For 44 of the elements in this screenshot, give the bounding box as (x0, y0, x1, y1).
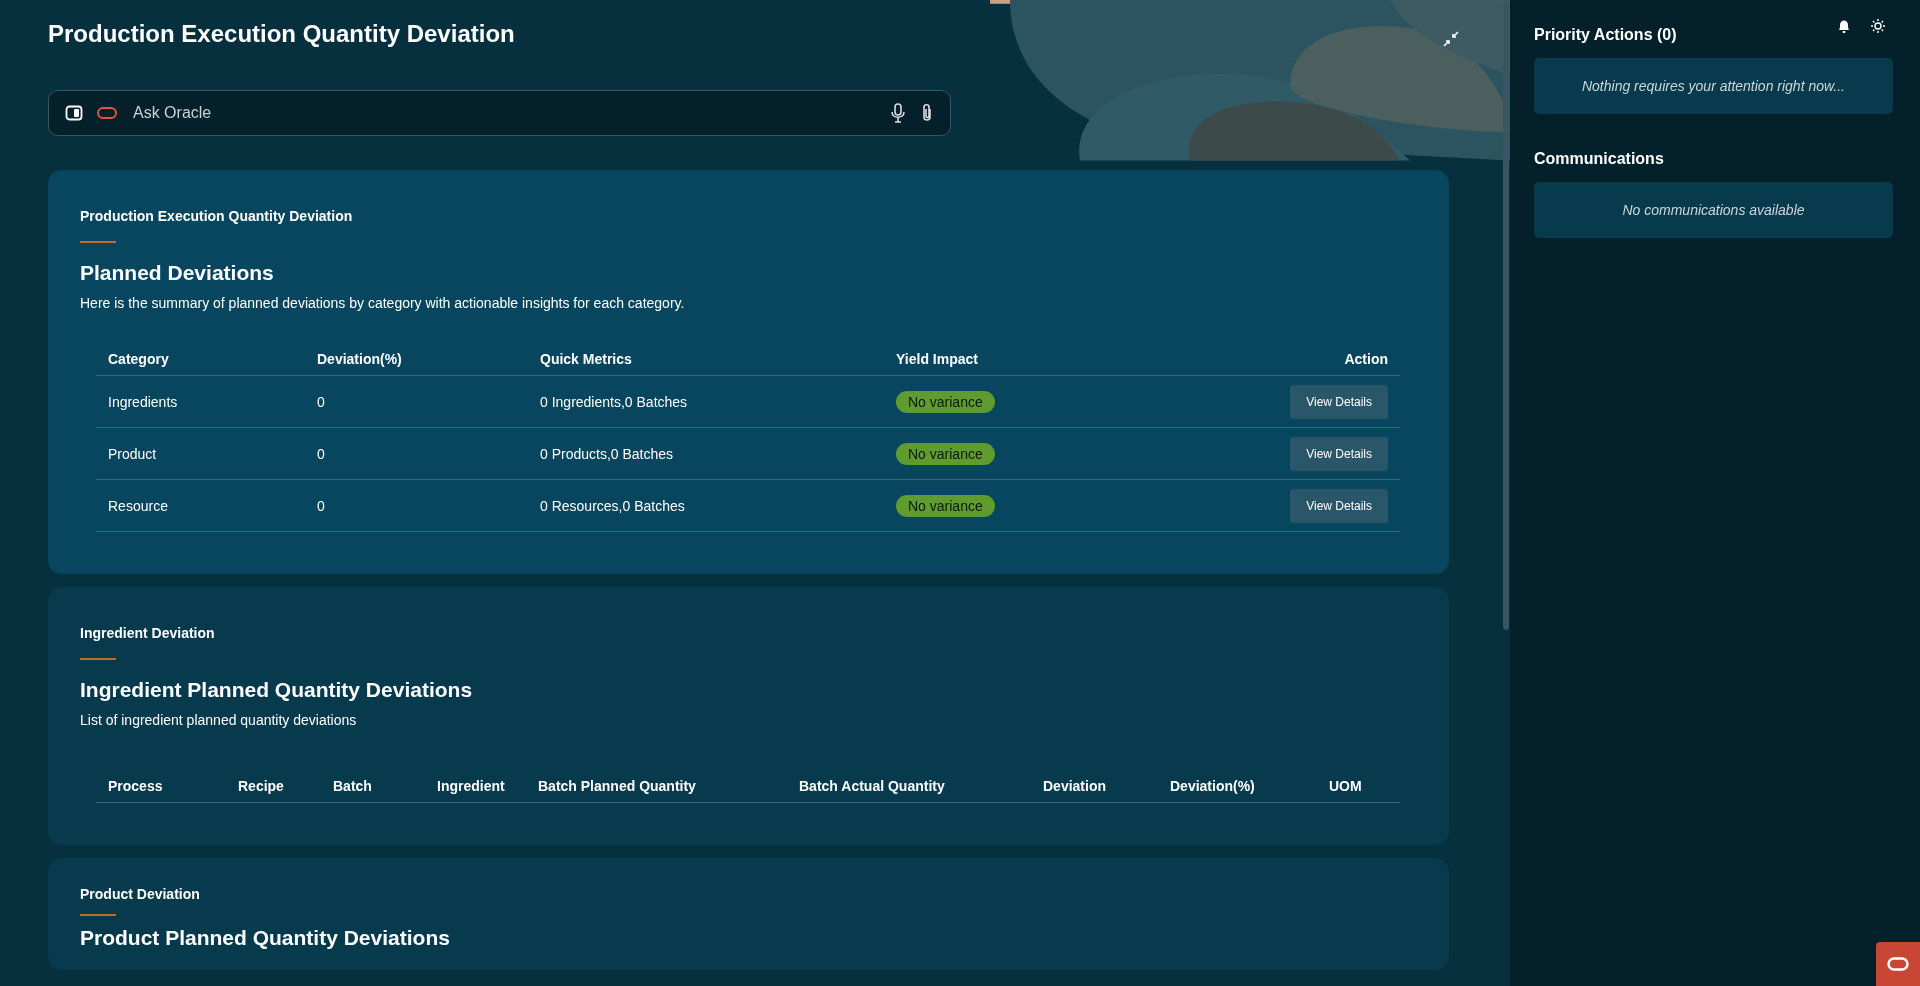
card-eyebrow: Production Execution Quantity Deviation (80, 208, 354, 224)
column-header: Yield Impact (884, 345, 1184, 376)
card-heading: Product Planned Quantity Deviations (80, 926, 451, 950)
view-details-button[interactable]: View Details (1290, 436, 1388, 471)
section-title: Priority Actions (0) (1534, 26, 1678, 44)
table-cell: 0 (305, 479, 528, 532)
table-cell: Product (96, 427, 305, 480)
card-eyebrow: Product Deviation (80, 886, 201, 902)
page-title: Production Execution Quantity Deviation (48, 20, 515, 48)
empty-message: No communications available (1534, 182, 1893, 238)
empty-message: Nothing requires your attention right now... (1534, 58, 1893, 114)
column-header: Process (96, 772, 226, 803)
table-cell: 0 (305, 427, 528, 480)
search-input[interactable]: Ask Oracle (131, 103, 876, 123)
card-eyebrow: Ingredient Deviation (80, 625, 216, 641)
card-heading: Planned Deviations (80, 261, 275, 285)
table-cell: 0 (305, 375, 528, 428)
table-cell: 0 Ingredients,0 Batches (528, 375, 884, 428)
table-cell: 0 Products,0 Batches (528, 427, 884, 480)
column-header: Ingredient (425, 772, 526, 803)
column-header: Category (96, 345, 305, 376)
card-description: List of ingredient planned quantity deviations (80, 712, 358, 728)
status-badge: No variance (896, 494, 995, 517)
card-description: Here is the summary of planned deviations by category with actionable insights for each category. (80, 295, 686, 311)
column-header: Quick Metrics (528, 345, 884, 376)
status-badge: No variance (896, 442, 995, 465)
column-header: Deviation(%) (1158, 772, 1317, 803)
card-heading: Ingredient Planned Quantity Deviations (80, 678, 474, 702)
column-header: UOM (1317, 772, 1400, 803)
column-header: Deviation(%) (305, 345, 528, 376)
column-header: Deviation (1031, 772, 1158, 803)
section-title: Communications (1534, 150, 1665, 168)
view-details-button[interactable]: View Details (1290, 488, 1388, 523)
column-header: Action (1184, 345, 1400, 376)
column-header: Recipe (226, 772, 321, 803)
table-cell: Resource (96, 479, 305, 532)
search-field[interactable]: Ask Oracle (48, 90, 951, 136)
column-header: Batch (321, 772, 425, 803)
view-details-button[interactable]: View Details (1290, 384, 1388, 419)
table-cell: 0 Resources,0 Batches (528, 479, 884, 532)
status-badge: No variance (896, 390, 995, 413)
column-header: Batch Planned Quantity (526, 772, 787, 803)
table-cell: Ingredients (96, 375, 305, 428)
column-header: Batch Actual Quantity (787, 772, 1031, 803)
